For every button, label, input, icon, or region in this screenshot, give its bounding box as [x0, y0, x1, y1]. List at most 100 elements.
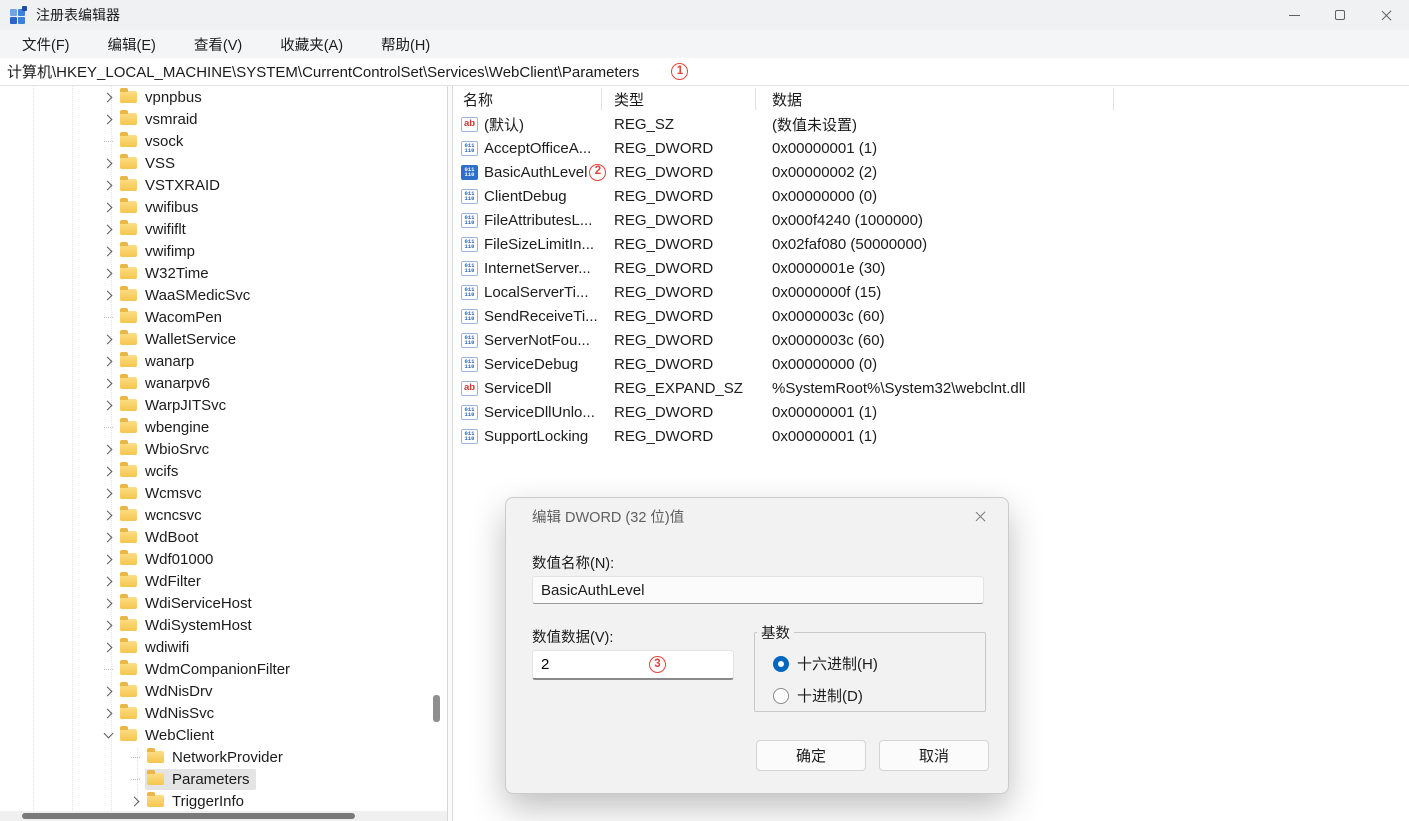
tree-vertical-scrollbar[interactable]	[429, 86, 444, 811]
chevron-right-icon[interactable]	[98, 373, 118, 393]
value-row-SupportLocking[interactable]: 011110SupportLockingREG_DWORD0x00000001 …	[455, 424, 1409, 448]
menu-item-edit[interactable]: 编辑(E)	[96, 31, 168, 58]
maximize-button[interactable]	[1317, 0, 1363, 30]
value-row-FileSizeLimitIn...[interactable]: 011110FileSizeLimitIn...REG_DWORD0x02faf…	[455, 232, 1409, 256]
tree-item-wcncsvc[interactable]: wcncsvc	[0, 504, 447, 526]
column-header-data[interactable]: 数据	[763, 89, 802, 110]
chevron-right-icon[interactable]	[98, 87, 118, 107]
menu-item-help[interactable]: 帮助(H)	[369, 31, 442, 58]
chevron-right-icon[interactable]	[98, 351, 118, 371]
close-button[interactable]	[1363, 0, 1409, 30]
chevron-right-icon[interactable]	[98, 571, 118, 591]
tree-item-VSTXRAID[interactable]: VSTXRAID	[0, 174, 447, 196]
value-row-ServerNotFou...[interactable]: 011110ServerNotFou...REG_DWORD0x0000003c…	[455, 328, 1409, 352]
tree-item-WdBoot[interactable]: WdBoot	[0, 526, 447, 548]
chevron-right-icon[interactable]	[98, 241, 118, 261]
tree-item-wbengine[interactable]: wbengine	[0, 416, 447, 438]
tree-item-WaaSMedicSvc[interactable]: WaaSMedicSvc	[0, 284, 447, 306]
value-row-ClientDebug[interactable]: 011110ClientDebugREG_DWORD0x00000000 (0)	[455, 184, 1409, 208]
chevron-right-icon[interactable]	[98, 593, 118, 613]
value-data-field[interactable]: 3	[532, 650, 734, 680]
chevron-right-icon[interactable]	[98, 681, 118, 701]
ok-button[interactable]: 确定	[756, 740, 866, 771]
tree-item-WdFilter[interactable]: WdFilter	[0, 570, 447, 592]
column-separator[interactable]	[601, 88, 602, 110]
menu-item-view[interactable]: 查看(V)	[182, 31, 254, 58]
cancel-button[interactable]: 取消	[879, 740, 989, 771]
tree-item-NetworkProvider[interactable]: NetworkProvider	[0, 746, 447, 768]
chevron-right-icon[interactable]	[98, 483, 118, 503]
tree-item-WdNisDrv[interactable]: WdNisDrv	[0, 680, 447, 702]
tree-item-wdiwifi[interactable]: wdiwifi	[0, 636, 447, 658]
chevron-right-icon[interactable]	[98, 527, 118, 547]
value-data-input[interactable]	[541, 656, 601, 673]
address-bar[interactable]: 计算机\HKEY_LOCAL_MACHINE\SYSTEM\CurrentCon…	[0, 58, 1409, 86]
chevron-right-icon[interactable]	[98, 439, 118, 459]
tree-item-WalletService[interactable]: WalletService	[0, 328, 447, 350]
tree-item-vwifibus[interactable]: vwifibus	[0, 196, 447, 218]
chevron-right-icon[interactable]	[98, 175, 118, 195]
chevron-right-icon[interactable]	[98, 395, 118, 415]
chevron-right-icon[interactable]	[98, 329, 118, 349]
column-separator[interactable]	[1113, 88, 1114, 110]
radio-decimal[interactable]: 十进制(D)	[773, 685, 863, 706]
value-row-SendReceiveTi...[interactable]: 011110SendReceiveTi...REG_DWORD0x0000003…	[455, 304, 1409, 328]
tree-item-WacomPen[interactable]: WacomPen	[0, 306, 447, 328]
chevron-right-icon[interactable]	[125, 791, 145, 811]
tree-item-vpnpbus[interactable]: vpnpbus	[0, 86, 447, 108]
chevron-right-icon[interactable]	[98, 549, 118, 569]
value-row-ServiceDebug[interactable]: 011110ServiceDebugREG_DWORD0x00000000 (0…	[455, 352, 1409, 376]
chevron-right-icon[interactable]	[98, 505, 118, 525]
chevron-right-icon[interactable]	[98, 461, 118, 481]
chevron-right-icon[interactable]	[98, 637, 118, 657]
column-separator[interactable]	[755, 88, 756, 110]
chevron-down-icon[interactable]	[98, 725, 118, 745]
tree-item-wcifs[interactable]: wcifs	[0, 460, 447, 482]
tree-item-TriggerInfo[interactable]: TriggerInfo	[0, 790, 447, 811]
scrollbar-thumb[interactable]	[433, 695, 440, 722]
tree-item-VSS[interactable]: VSS	[0, 152, 447, 174]
chevron-right-icon[interactable]	[98, 219, 118, 239]
tree-item-WdiSystemHost[interactable]: WdiSystemHost	[0, 614, 447, 636]
tree-item-WebClient[interactable]: WebClient	[0, 724, 447, 746]
value-row-AcceptOfficeA...[interactable]: 011110AcceptOfficeA...REG_DWORD0x0000000…	[455, 136, 1409, 160]
tree-item-vwififlt[interactable]: vwififlt	[0, 218, 447, 240]
panel-divider[interactable]	[447, 86, 453, 821]
value-row-BasicAuthLevel[interactable]: 011110BasicAuthLevel2REG_DWORD0x00000002…	[455, 160, 1409, 184]
tree-item-WdmCompanionFilter[interactable]: WdmCompanionFilter	[0, 658, 447, 680]
chevron-right-icon[interactable]	[98, 197, 118, 217]
scrollbar-thumb[interactable]	[22, 813, 355, 819]
radio-hexadecimal[interactable]: 十六进制(H)	[773, 653, 878, 674]
tree-item-vwifimp[interactable]: vwifimp	[0, 240, 447, 262]
value-row-ServiceDll[interactable]: abServiceDllREG_EXPAND_SZ%SystemRoot%\Sy…	[455, 376, 1409, 400]
column-header-name[interactable]: 名称	[455, 89, 612, 110]
tree-item-Parameters[interactable]: Parameters	[0, 768, 447, 790]
chevron-right-icon[interactable]	[98, 285, 118, 305]
tree-item-WdNisSvc[interactable]: WdNisSvc	[0, 702, 447, 724]
tree-item-vsmraid[interactable]: vsmraid	[0, 108, 447, 130]
radio-checked-icon[interactable]	[773, 656, 789, 672]
column-header-type[interactable]: 类型	[612, 89, 763, 110]
tree-item-vsock[interactable]: vsock	[0, 130, 447, 152]
radio-unchecked-icon[interactable]	[773, 688, 789, 704]
value-row-(默认)[interactable]: ab(默认)REG_SZ(数值未设置)	[455, 112, 1409, 136]
chevron-right-icon[interactable]	[98, 109, 118, 129]
tree-item-wanarpv6[interactable]: wanarpv6	[0, 372, 447, 394]
tree-item-Wcmsvc[interactable]: Wcmsvc	[0, 482, 447, 504]
tree-item-W32Time[interactable]: W32Time	[0, 262, 447, 284]
tree-item-wanarp[interactable]: wanarp	[0, 350, 447, 372]
menu-item-favorites[interactable]: 收藏夹(A)	[268, 31, 355, 58]
tree-item-WdiServiceHost[interactable]: WdiServiceHost	[0, 592, 447, 614]
chevron-right-icon[interactable]	[98, 263, 118, 283]
chevron-right-icon[interactable]	[98, 615, 118, 635]
value-row-InternetServer...[interactable]: 011110InternetServer...REG_DWORD0x000000…	[455, 256, 1409, 280]
dialog-close-button[interactable]	[966, 504, 994, 528]
chevron-right-icon[interactable]	[98, 153, 118, 173]
tree-item-Wdf01000[interactable]: Wdf01000	[0, 548, 447, 570]
tree-horizontal-scrollbar[interactable]	[0, 811, 447, 821]
tree-item-WarpJITSvc[interactable]: WarpJITSvc	[0, 394, 447, 416]
chevron-right-icon[interactable]	[98, 703, 118, 723]
minimize-button[interactable]	[1271, 0, 1317, 30]
tree-item-WbioSrvc[interactable]: WbioSrvc	[0, 438, 447, 460]
menu-item-file[interactable]: 文件(F)	[10, 31, 82, 58]
